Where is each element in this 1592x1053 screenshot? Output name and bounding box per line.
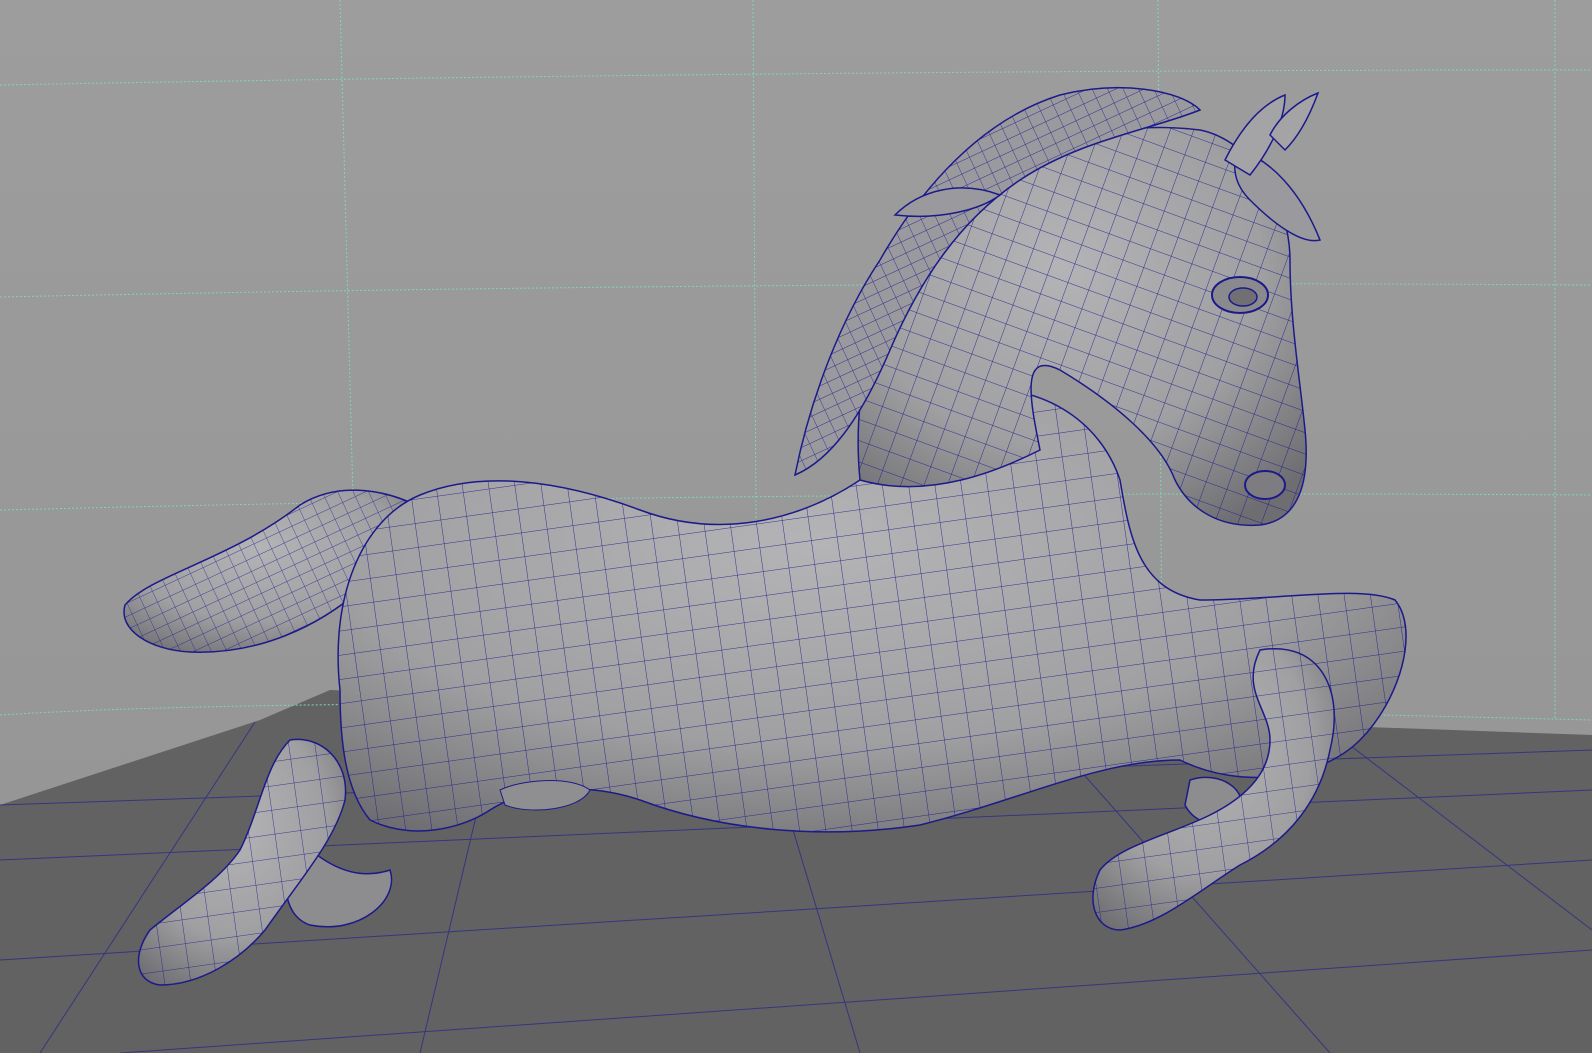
horse-nostril xyxy=(1244,470,1286,500)
3d-viewport[interactable] xyxy=(0,0,1592,1053)
viewport-canvas[interactable] xyxy=(0,0,1592,1053)
